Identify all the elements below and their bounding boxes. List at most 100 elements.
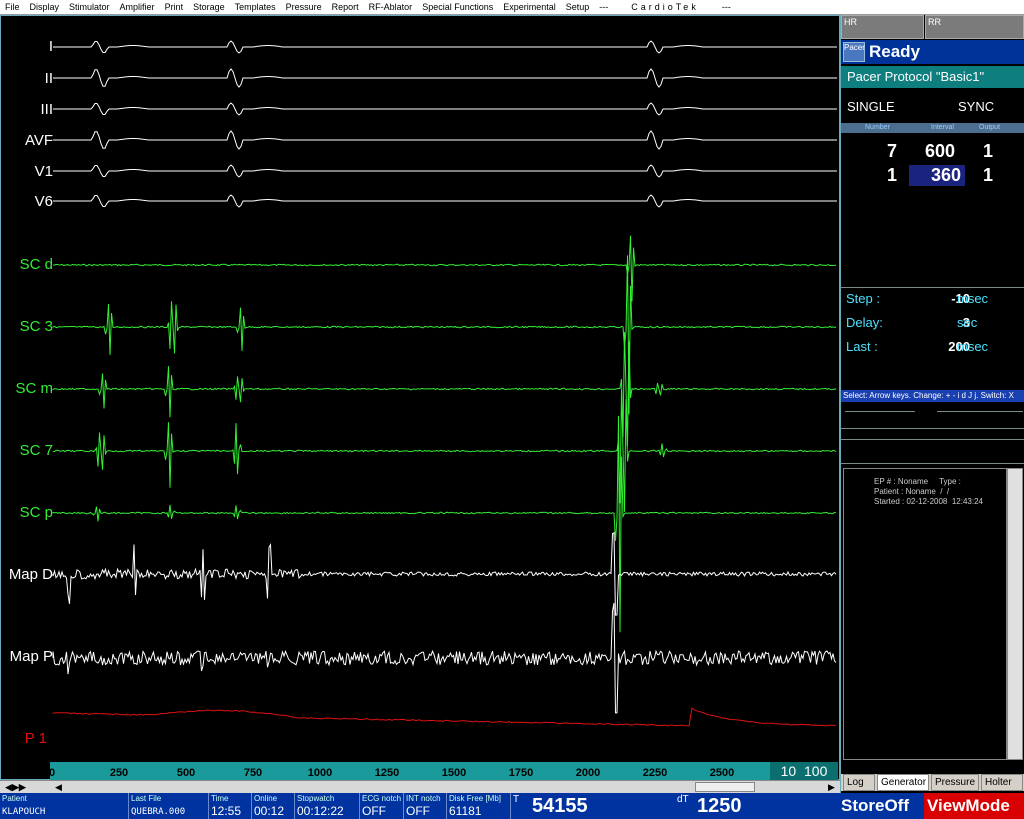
log-line-patient: Patient : Noname / / <box>874 487 950 496</box>
ecg-label-v1: V1 <box>34 163 53 180</box>
sc-label-7: SC 7 <box>19 442 53 459</box>
gain-value-a: 10 <box>780 763 797 779</box>
menu-item-print[interactable]: Print <box>160 2 189 12</box>
menu-bar: File Display Stimulator Amplifier Print Stora… <box>0 0 1024 15</box>
time-tick-label: 1750 <box>508 767 534 779</box>
time-cell: Time 12:55 <box>209 793 252 819</box>
dt-label: dT <box>677 794 689 805</box>
time-label: Time <box>211 794 229 803</box>
pressure-trace <box>52 707 837 727</box>
menu-item-setup[interactable]: Setup <box>561 2 595 12</box>
rr-field: RR <box>925 15 1024 39</box>
time-tick-label: 2250 <box>642 767 668 779</box>
time-tick-label: 500 <box>176 767 196 779</box>
menu-item-storage[interactable]: Storage <box>188 2 230 12</box>
right-panel: HR RR Pacer Ready Pacer Protocol "Basic1… <box>840 15 1024 795</box>
divider <box>841 463 1024 464</box>
time-tick-label: 2000 <box>575 767 601 779</box>
scroll-right-icon[interactable]: ▶ <box>825 781 838 793</box>
storeoff-button[interactable]: StoreOff <box>838 793 924 819</box>
sc-trace-1 <box>52 255 837 415</box>
mode-single[interactable]: SINGLE <box>847 99 895 114</box>
sc-label-d: SC d <box>19 256 53 273</box>
menu-item-amplifier[interactable]: Amplifier <box>115 2 160 12</box>
gain-display[interactable]: 10 100 <box>770 762 838 780</box>
int-notch-cell[interactable]: INT notch OFF <box>404 793 447 819</box>
delay-unit: sec <box>957 315 978 330</box>
time-tick-label: 0 <box>48 767 56 779</box>
menu-item-cardiotek[interactable]: CardioTek <box>613 2 717 12</box>
last-row[interactable]: Last : 200 msec <box>841 339 1024 363</box>
ecg-label-v6: V6 <box>34 193 53 210</box>
divider <box>841 428 1024 429</box>
log-line-started: Started : 02-12-2008 12:43:24 <box>874 497 983 506</box>
time-value: 12:55 <box>211 804 242 818</box>
ecg-label-iii: III <box>40 101 53 118</box>
mode-sync[interactable]: SYNC <box>958 99 994 114</box>
tab-holter[interactable]: Holter <box>981 774 1023 791</box>
ecg-trace-iii <box>53 102 837 116</box>
menu-item-rf-ablator[interactable]: RF-Ablator <box>364 2 418 12</box>
t-label: T <box>513 794 520 805</box>
stopwatch-cell[interactable]: Stopwatch 00:12:22 <box>295 793 360 819</box>
disk-cell: Disk Free [Mb] 61181 <box>447 793 511 819</box>
online-label: Online <box>254 794 278 803</box>
menu-item-templates[interactable]: Templates <box>230 2 281 12</box>
map-trace-1 <box>52 602 837 714</box>
menu-item-file[interactable]: File <box>0 2 25 12</box>
row1-number: 7 <box>887 141 898 161</box>
protocol-title[interactable]: Pacer Protocol "Basic1" <box>841 66 1024 88</box>
t-value: 54155 <box>532 795 588 817</box>
last-key: Last : <box>846 339 878 354</box>
lastfile-cell: Last File QUEBRA.000 <box>129 793 209 819</box>
lastfile-value: QUEBRA.000 <box>131 807 186 817</box>
time-tick-label: 250 <box>109 767 129 779</box>
int-notch-label: INT notch <box>406 794 441 803</box>
tab-pressure[interactable]: Pressure <box>931 774 979 791</box>
log-scrollbar[interactable] <box>1007 468 1023 760</box>
hr-field: HR <box>841 15 924 39</box>
pacer-row-1[interactable]: 7 600 1 <box>841 141 1024 163</box>
col-number: Number <box>865 124 890 131</box>
pacer-row-2[interactable]: 1 360 1 <box>841 165 1024 187</box>
divider <box>937 411 1023 412</box>
scroll-step-icon[interactable]: ▶▶ <box>12 781 26 793</box>
gain-value-b: 100 <box>804 763 828 779</box>
row1-output: 1 <box>983 141 994 161</box>
panel-tabs: Log Generator Pressure Holter <box>841 774 1024 791</box>
time-tick-label: 750 <box>243 767 263 779</box>
viewmode-button[interactable]: ViewMode <box>924 793 1024 819</box>
scroll-back-icon[interactable]: ◀ <box>52 781 65 793</box>
delay-key: Delay: <box>846 315 883 330</box>
map-trace-0 <box>52 531 837 616</box>
scroll-thumb[interactable] <box>695 782 755 792</box>
time-tick-label: 1500 <box>441 767 467 779</box>
sc-trace-2 <box>52 332 837 447</box>
row2-interval-selected[interactable]: 360 <box>909 165 965 186</box>
patient-label: Patient <box>2 794 27 803</box>
pacer-button[interactable]: Pacer <box>843 42 865 62</box>
ecg-notch-value: OFF <box>362 804 386 818</box>
horizontal-scrollbar[interactable]: ◀ ▶▶ ◀ ▶ <box>0 780 840 793</box>
menu-item-stimulator[interactable]: Stimulator <box>64 2 115 12</box>
tab-log[interactable]: Log <box>843 774 875 791</box>
keyboard-hint: Select: Arrow keys. Change: + - i d J j.… <box>841 390 1024 402</box>
log-text: EP # : Noname Type : Patient : Noname / /… <box>874 477 983 507</box>
delay-row[interactable]: Delay: 3 sec <box>841 315 1024 339</box>
menu-item-pressure[interactable]: Pressure <box>281 2 327 12</box>
tab-generator[interactable]: Generator <box>877 774 929 791</box>
ecg-notch-cell[interactable]: ECG notch OFF <box>360 793 404 819</box>
menu-item-report[interactable]: Report <box>327 2 364 12</box>
online-cell: Online 00:12 <box>252 793 295 819</box>
menu-item-display[interactable]: Display <box>25 2 65 12</box>
menu-item-special-functions[interactable]: Special Functions <box>417 2 498 12</box>
patient-value: KLAPOUCH <box>2 807 46 817</box>
divider <box>841 287 1024 288</box>
ecg-label-avf: AVF <box>24 132 53 149</box>
menu-item-experimental[interactable]: Experimental <box>498 2 561 12</box>
menu-item--[interactable]: --- <box>717 2 736 12</box>
pacer-settings: Step : -10 msec Delay: 3 sec Last : 200 … <box>841 291 1024 363</box>
step-row[interactable]: Step : -10 msec <box>841 291 1024 315</box>
menu-item--[interactable]: --- <box>594 2 613 12</box>
lastfile-label: Last File <box>131 794 162 803</box>
